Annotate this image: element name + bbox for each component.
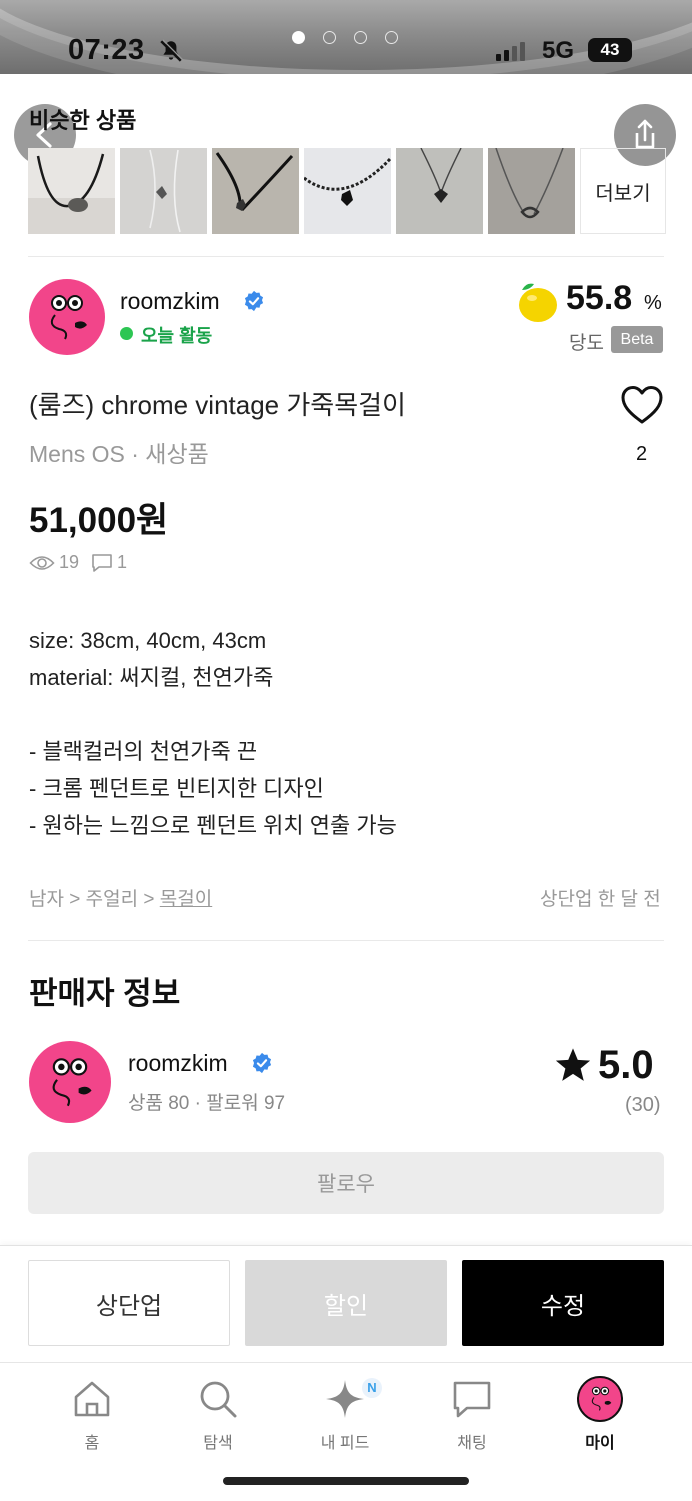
- sugar-unit: %: [644, 292, 662, 314]
- chat-icon: [453, 1381, 491, 1418]
- divider: [28, 256, 664, 257]
- verified-badge-icon: [252, 1052, 272, 1074]
- tab-label: 홈: [84, 1435, 100, 1452]
- seller-info-name[interactable]: roomzkim: [128, 1050, 228, 1077]
- description-line: - 원하는 느낌으로 펜던트 위치 연출 가능: [29, 813, 397, 838]
- review-count[interactable]: (30): [625, 1094, 661, 1117]
- carousel-dot: [385, 31, 398, 44]
- new-badge: N: [362, 1378, 382, 1398]
- tab-explore[interactable]: 탐색: [168, 1375, 268, 1453]
- avatar-face-icon: [52, 1058, 92, 1107]
- carousel-dot: [292, 31, 305, 44]
- sugar-label: 당도: [569, 333, 604, 354]
- breadcrumb-item[interactable]: 남자: [29, 889, 64, 910]
- seller-rating: 5.0: [598, 1043, 654, 1087]
- eye-icon: [29, 555, 55, 570]
- more-similar-button[interactable]: 더보기: [580, 148, 666, 234]
- avatar-face-icon: [50, 295, 87, 340]
- bump-timestamp: 상단업 한 달 전: [540, 889, 661, 910]
- seller-name[interactable]: roomzkim: [120, 288, 220, 315]
- avatar-icon: [577, 1376, 623, 1422]
- activity-status: 오늘 활동: [141, 326, 213, 346]
- breadcrumb-separator: >: [69, 889, 81, 910]
- description-line: - 크롬 펜던트로 빈티지한 디자인: [29, 776, 324, 801]
- battery-icon: 43: [588, 38, 632, 62]
- breadcrumb: 남자 > 주얼리 > 목걸이: [29, 884, 212, 911]
- tab-label: 내 피드: [320, 1435, 370, 1452]
- follow-button[interactable]: 팔로우: [28, 1152, 664, 1214]
- online-status-dot: [120, 327, 133, 340]
- description-line: - 블랙컬러의 천연가죽 끈: [29, 739, 258, 764]
- tab-label: 마이: [585, 1435, 615, 1452]
- edit-button[interactable]: 수정: [462, 1260, 664, 1346]
- description-line: [29, 696, 397, 733]
- product-description: size: 38cm, 40cm, 43cm material: 써지컬, 천연…: [29, 622, 397, 844]
- description-line: material: 써지컬, 천연가죽: [29, 665, 274, 690]
- tab-my[interactable]: 마이: [550, 1375, 650, 1453]
- section-title: 판매자 정보: [29, 976, 181, 1011]
- product-stats: 19 1: [29, 552, 127, 573]
- home-indicator: [223, 1477, 469, 1485]
- bump-button[interactable]: 상단업: [28, 1260, 230, 1346]
- description-line: size: 38cm, 40cm, 43cm: [29, 628, 267, 653]
- network-label: 5G: [542, 37, 575, 64]
- sugar-score: 55.8: [566, 279, 633, 317]
- like-count: 2: [636, 443, 648, 465]
- divider: [28, 940, 664, 941]
- product-price: 51,000원: [29, 501, 169, 540]
- product-title: (룸즈) chrome vintage 가죽목걸이: [29, 390, 406, 420]
- status-bar: 07:23 5G 43: [0, 0, 692, 74]
- home-icon: [74, 1381, 110, 1417]
- heart-icon[interactable]: [620, 384, 664, 426]
- verified-badge-icon: [244, 290, 264, 312]
- beta-badge: Beta: [611, 326, 663, 353]
- similar-product-thumb[interactable]: [488, 148, 575, 234]
- similar-product-thumb[interactable]: [212, 148, 299, 234]
- comment-count: 1: [117, 552, 128, 572]
- bell-muted-icon: [160, 39, 183, 62]
- tab-chat[interactable]: 채팅: [422, 1375, 522, 1453]
- seller-meta: 상품 80 · 팔로워 97: [128, 1093, 286, 1114]
- tab-home[interactable]: 홈: [42, 1375, 142, 1453]
- similar-products-list: 더보기: [28, 148, 666, 234]
- tab-label: 채팅: [457, 1435, 487, 1452]
- comment-icon: [92, 553, 112, 572]
- star-icon: [555, 1048, 591, 1081]
- search-icon: [200, 1381, 237, 1418]
- breadcrumb-item[interactable]: 목걸이: [160, 889, 212, 910]
- breadcrumb-item[interactable]: 주얼리: [86, 889, 138, 910]
- signal-icon: [496, 42, 525, 61]
- carousel-dot: [354, 31, 367, 44]
- tab-my-feed[interactable]: N 내 피드: [295, 1375, 395, 1453]
- view-count: 19: [59, 552, 80, 572]
- seller-avatar[interactable]: [29, 279, 105, 355]
- similar-product-thumb[interactable]: [304, 148, 391, 234]
- similar-product-thumb[interactable]: [28, 148, 115, 234]
- sparkle-icon: [326, 1380, 364, 1418]
- lemon-icon: [519, 283, 557, 322]
- carousel-dot: [323, 31, 336, 44]
- product-subtitle: Mens OS · 새상품: [29, 441, 209, 467]
- seller-avatar-large[interactable]: [29, 1041, 111, 1123]
- similar-products-title: 비슷한 상품: [29, 108, 137, 133]
- similar-product-thumb[interactable]: [396, 148, 483, 234]
- similar-product-thumb[interactable]: [120, 148, 207, 234]
- carousel-page-indicator: [292, 31, 398, 44]
- status-time: 07:23: [68, 34, 145, 66]
- tab-label: 탐색: [203, 1435, 233, 1452]
- breadcrumb-separator: >: [143, 889, 155, 910]
- discount-button[interactable]: 할인: [245, 1260, 447, 1346]
